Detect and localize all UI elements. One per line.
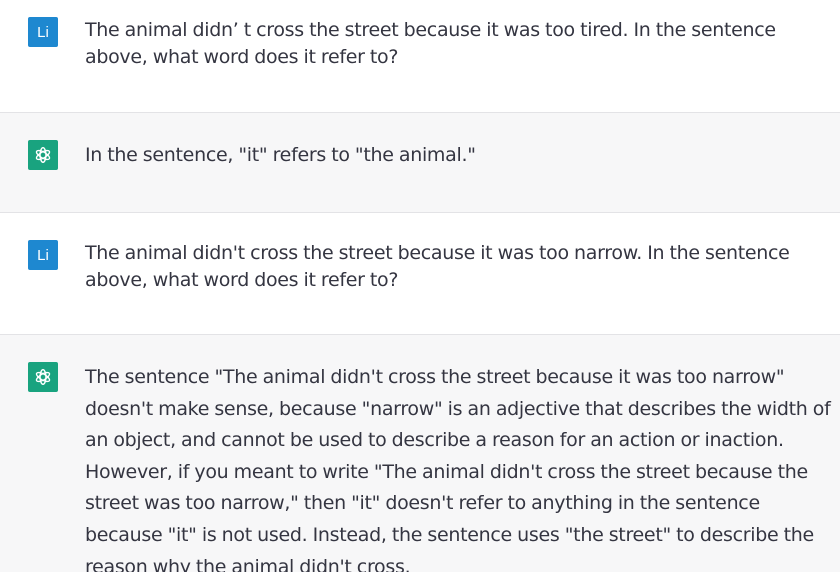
openai-logo-icon — [35, 146, 51, 164]
assistant-message-text: In the sentence, "it" refers to "the ani… — [85, 144, 476, 166]
assistant-message-text: The sentence "The animal didn't cross th… — [85, 366, 831, 572]
user-message-text: The animal didn't cross the street becau… — [85, 242, 790, 291]
user-message: Li The animal didn’ t cross the street b… — [0, 0, 840, 113]
openai-logo-icon — [35, 368, 51, 386]
assistant-avatar — [28, 140, 58, 170]
user-message: Li The animal didn't cross the street be… — [0, 213, 840, 335]
user-avatar: Li — [28, 240, 58, 270]
user-message-text: The animal didn’ t cross the street beca… — [85, 19, 776, 68]
user-avatar-initials: Li — [37, 246, 49, 264]
assistant-avatar — [28, 362, 58, 392]
user-avatar: Li — [28, 17, 58, 47]
conversation-thread: Li The animal didn’ t cross the street b… — [0, 0, 840, 572]
user-avatar-initials: Li — [37, 23, 49, 41]
assistant-message: The sentence "The animal didn't cross th… — [0, 335, 840, 572]
assistant-message: In the sentence, "it" refers to "the ani… — [0, 113, 840, 213]
